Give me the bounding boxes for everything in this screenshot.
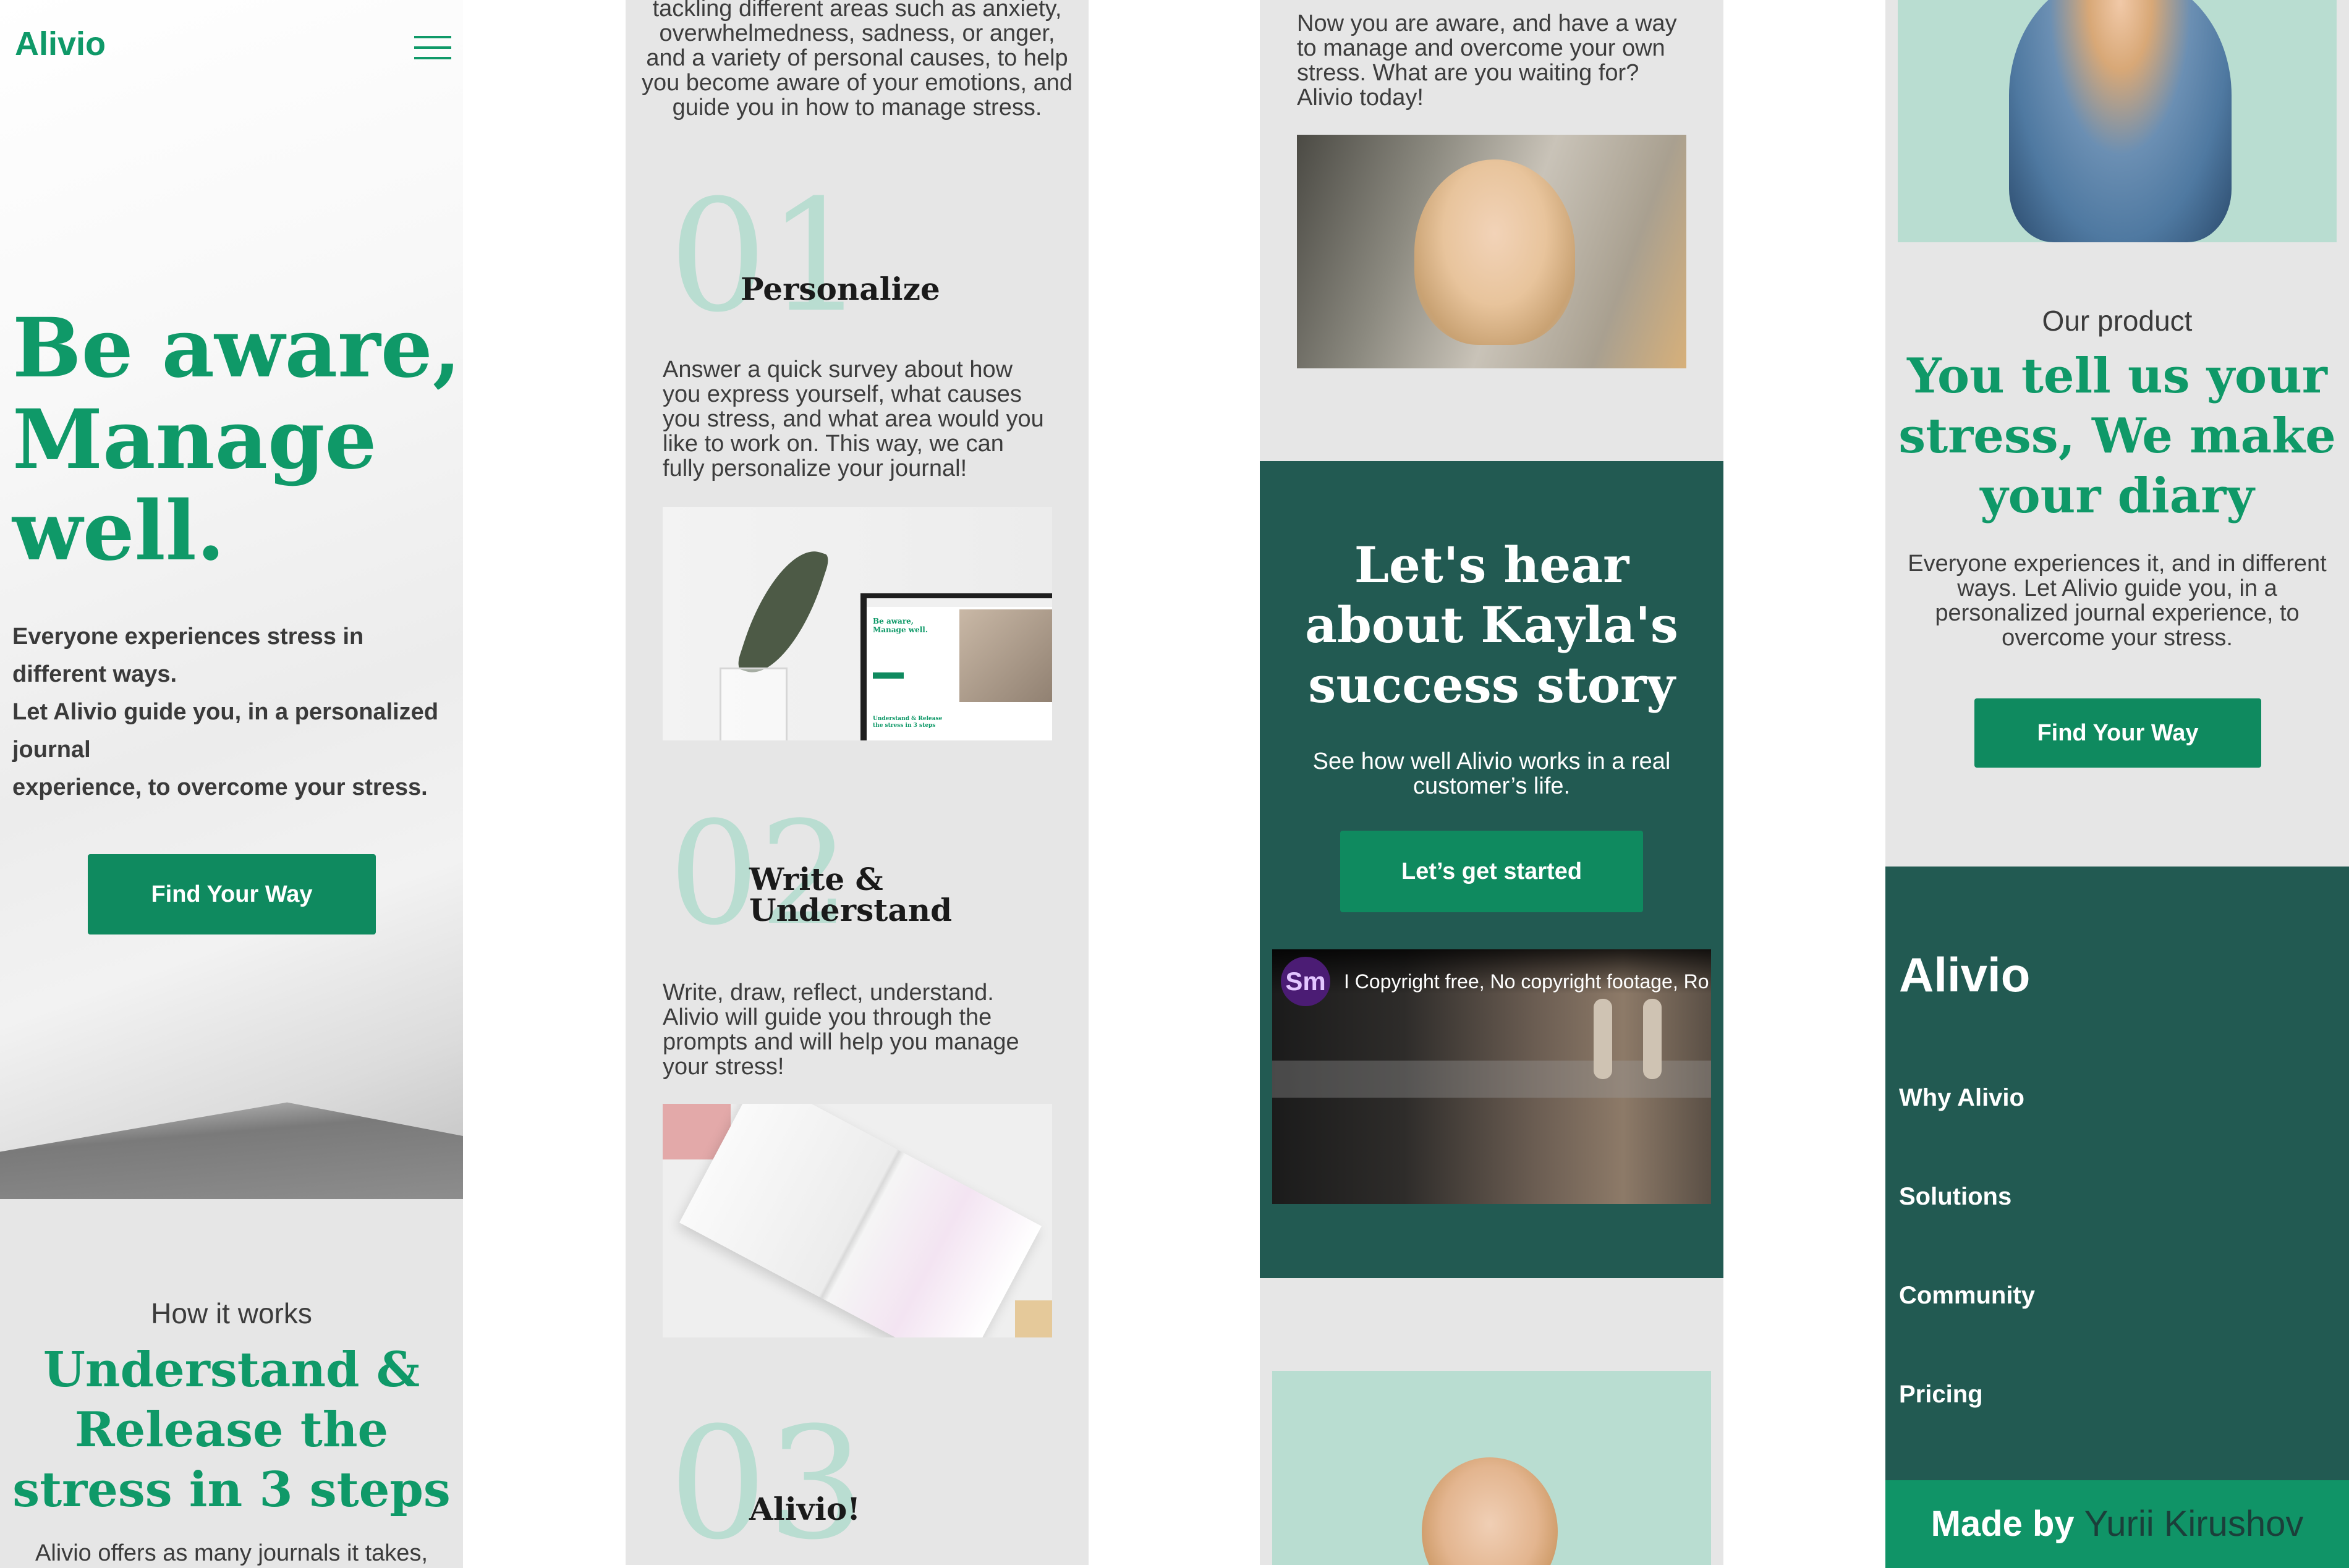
step-2-text: Write, draw, reflect, understand. Alivio…	[663, 980, 1019, 1080]
made-by-bar: Made by Yurii Kirushov	[1885, 1480, 2349, 1568]
how-eyebrow: How it works	[151, 1297, 312, 1329]
product-eyebrow: Our product	[2042, 305, 2193, 337]
laptop-screen: Be aware, Manage well. Understand & Rele…	[860, 593, 1052, 740]
step-1-number: 01	[669, 166, 866, 346]
step-3-text: Now you are aware, and have a way to man…	[1297, 11, 1677, 111]
footer-logo[interactable]: Alivio	[1899, 947, 2030, 1003]
open-journal	[679, 1104, 1042, 1337]
column-product: Our product You tell us your stress, We …	[1885, 0, 2349, 1568]
success-story-section: Let's hear about Kayla's success story S…	[1260, 461, 1723, 1278]
product-text: Everyone experiences it, and in differen…	[1908, 551, 2327, 651]
site-logo[interactable]: Alivio	[15, 25, 106, 63]
footer-link-community[interactable]: Community	[1899, 1282, 2035, 1310]
how-intro-continued: tackling different areas such as anxiety…	[641, 0, 1073, 121]
hero-description: Everyone experiences stress in different…	[12, 624, 439, 800]
lets-get-started-button[interactable]: Let’s get started	[1340, 831, 1643, 912]
hero-background	[0, 0, 463, 1199]
author-link[interactable]: Yurii Kirushov	[2084, 1504, 2304, 1544]
how-title: Understand & Release the stress in 3 ste…	[12, 1342, 451, 1518]
kayla-photo	[1272, 1371, 1711, 1565]
video-title[interactable]: I Copyright free, No copyright footage, …	[1344, 970, 1709, 993]
step-3-title: Alivio!	[749, 1491, 861, 1527]
step-3-number: 03	[669, 1394, 866, 1565]
column-steps: tackling different areas such as anxiety…	[626, 0, 1089, 1565]
footer-link-solutions[interactable]: Solutions	[1899, 1183, 2011, 1211]
product-title: You tell us your stress, We make your di…	[1898, 348, 2336, 524]
glass-vase	[720, 667, 788, 740]
step-1-laptop-image: Be aware, Manage well. Understand & Rele…	[663, 507, 1052, 740]
channel-avatar[interactable]: Sm	[1281, 957, 1330, 1006]
step-1-text: Answer a quick survey about how you expr…	[663, 357, 1044, 481]
step-1-title: Personalize	[741, 271, 940, 307]
step-2-title: Write & Understand	[749, 861, 953, 928]
how-it-works-section: How it works Understand & Release the st…	[0, 1199, 463, 1568]
column-hero: Alivio Be aware, Manage well. Everyone e…	[0, 0, 463, 1568]
plant-leaf	[736, 538, 831, 685]
story-text: See how well Alivio works in a real cust…	[1312, 748, 1671, 799]
story-title: Let's hear about Kayla's success story	[1305, 536, 1678, 714]
column-story: Now you are aware, and have a way to man…	[1260, 0, 1723, 1565]
hamburger-icon[interactable]	[414, 36, 451, 61]
video-player[interactable]: Sm I Copyright free, No copyright footag…	[1272, 949, 1711, 1204]
find-your-way-button[interactable]: Find Your Way	[88, 854, 376, 934]
footer-link-pricing[interactable]: Pricing	[1899, 1381, 1983, 1409]
made-by-label: Made by	[1931, 1504, 2075, 1544]
woman-denim-photo	[1898, 0, 2337, 242]
step-2-journal-image	[663, 1104, 1052, 1337]
how-intro: Alivio offers as many journals it takes,	[35, 1540, 428, 1566]
footer-link-why-alivio[interactable]: Why Alivio	[1899, 1084, 2024, 1112]
footer: Alivio Why Alivio Solutions Community Pr…	[1885, 867, 2349, 1568]
hero-title: Be aware, Manage well.	[12, 300, 461, 579]
happy-woman-photo	[1297, 135, 1686, 368]
product-find-your-way-button[interactable]: Find Your Way	[1974, 698, 2261, 768]
